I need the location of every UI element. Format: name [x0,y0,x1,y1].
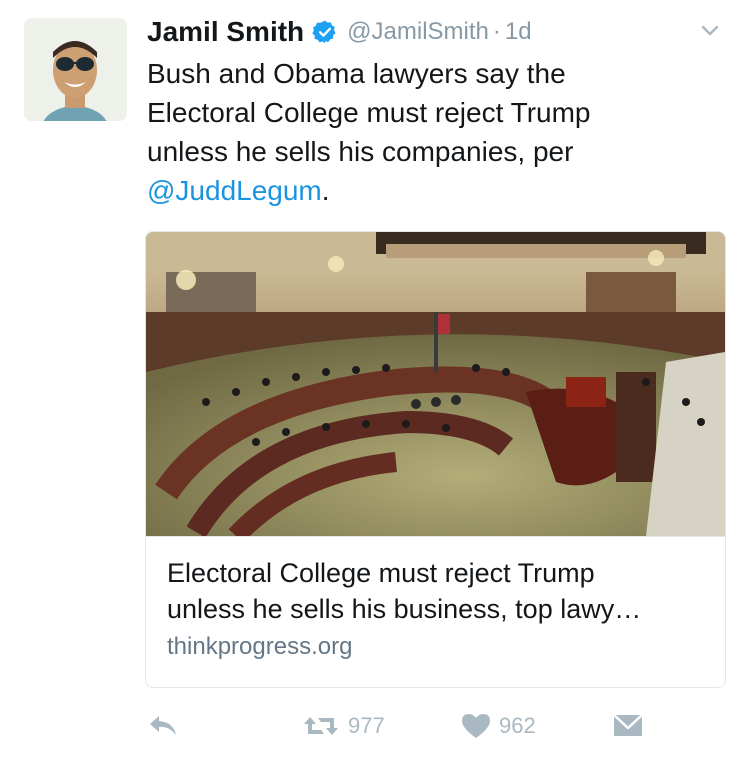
card-title: Electoral College must reject Trump unle… [167,555,707,627]
tweet-text: Bush and Obama lawyers say the Electoral… [147,54,717,210]
card-domain: thinkprogress.org [167,633,353,660]
card-image[interactable] [146,232,725,536]
avatar-photo [24,18,127,121]
retweet-icon [304,717,338,735]
verified-badge-icon [312,19,338,45]
like-button[interactable]: 962 [461,706,536,746]
reply-icon [150,716,176,735]
author-handle[interactable]: @JamilSmith [347,18,489,46]
tweet-text-end: . [321,175,330,206]
link-preview-card[interactable]: Electoral College must reject Trump unle… [145,231,726,688]
tweet-text-line: Bush and Obama lawyers say the [147,58,566,89]
card-body[interactable]: Electoral College must reject Trump unle… [146,536,725,687]
avatar[interactable] [24,18,127,121]
like-count: 962 [499,713,536,738]
retweet-button[interactable]: 977 [302,706,385,746]
timestamp[interactable]: 1d [505,18,532,46]
tweet-header: Jamil Smith @JamilSmith · 1d [147,14,722,50]
envelope-icon [613,714,643,736]
retweet-count: 977 [348,713,385,738]
card-title-line: unless he sells his business, top lawy… [167,594,642,624]
separator: · [492,18,501,45]
tweet-actions: 977 962 [147,706,647,746]
chevron-down-icon[interactable] [698,18,722,42]
tweet-text-line-last: @JuddLegum. [147,171,717,210]
mention-link[interactable]: @JuddLegum [147,175,322,206]
card-title-line: Electoral College must reject Trump [167,558,595,588]
tweet-text-line: unless he sells his companies, per [147,136,574,167]
direct-message-button[interactable] [613,706,643,746]
tweet-text-line: Electoral College must reject Trump [147,97,591,128]
author-name[interactable]: Jamil Smith [147,16,304,48]
senate-chamber-photo [146,232,725,536]
heart-icon [462,714,490,738]
reply-button[interactable] [147,706,179,746]
